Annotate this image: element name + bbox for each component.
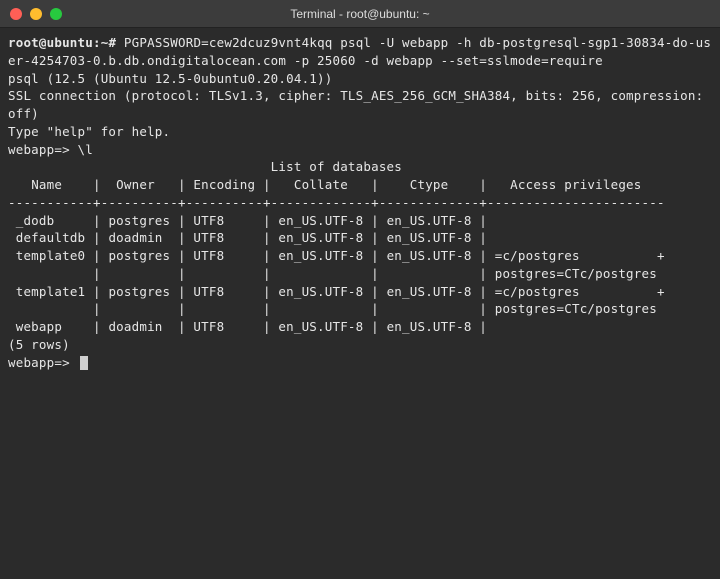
shell-prompt-host: root@ubuntu:~#	[8, 35, 116, 50]
table-title: List of databases	[8, 158, 712, 176]
table-row: template0 | postgres | UTF8 | en_US.UTF-…	[8, 247, 712, 265]
minimize-icon[interactable]	[30, 8, 42, 20]
table-divider: -----------+----------+----------+------…	[8, 194, 712, 212]
table-row: defaultdb | doadmin | UTF8 | en_US.UTF-8…	[8, 229, 712, 247]
ssl-info: SSL connection (protocol: TLSv1.3, ciphe…	[8, 87, 712, 123]
titlebar: Terminal - root@ubuntu: ~	[0, 0, 720, 28]
window-title: Terminal - root@ubuntu: ~	[290, 7, 429, 21]
psql-prompt: webapp=>	[8, 142, 70, 157]
cursor-icon	[80, 356, 88, 370]
table-row: | | | | | postgres=CTc/postgres	[8, 300, 712, 318]
table-header: Name | Owner | Encoding | Collate | Ctyp…	[8, 176, 712, 194]
terminal-output[interactable]: root@ubuntu:~# PGPASSWORD=cew2dcuz9vnt4k…	[0, 28, 720, 377]
close-icon[interactable]	[10, 8, 22, 20]
window-controls	[10, 8, 62, 20]
table-row: | | | | | postgres=CTc/postgres	[8, 265, 712, 283]
row-count: (5 rows)	[8, 336, 712, 354]
help-hint: Type "help" for help.	[8, 123, 712, 141]
table-row: template1 | postgres | UTF8 | en_US.UTF-…	[8, 283, 712, 301]
table-row: _dodb | postgres | UTF8 | en_US.UTF-8 | …	[8, 212, 712, 230]
psql-version: psql (12.5 (Ubuntu 12.5-0ubuntu0.20.04.1…	[8, 70, 712, 88]
psql-prompt: webapp=>	[8, 355, 70, 370]
psql-command: \l	[78, 142, 93, 157]
maximize-icon[interactable]	[50, 8, 62, 20]
table-row: webapp | doadmin | UTF8 | en_US.UTF-8 | …	[8, 318, 712, 336]
